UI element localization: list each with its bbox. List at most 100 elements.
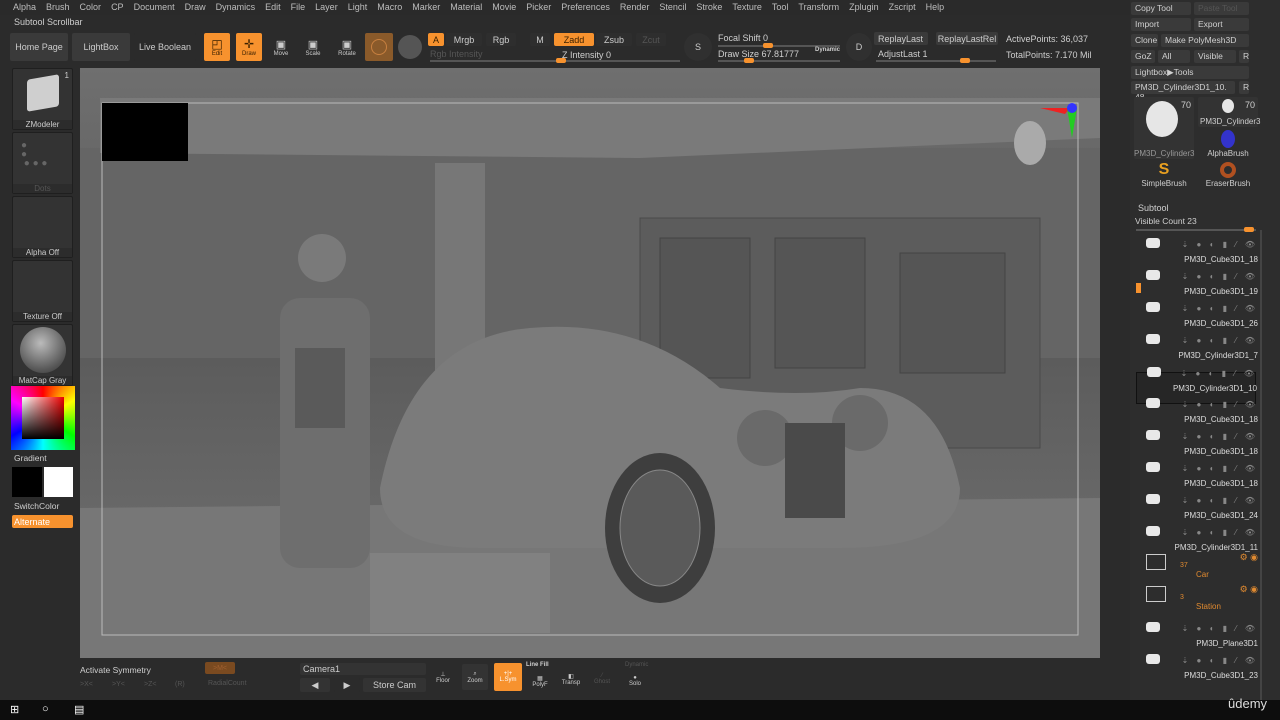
eye-icon[interactable]: 👁 [1245, 464, 1258, 473]
eye-icon[interactable]: 👁 [1245, 528, 1258, 537]
subtool-toggle-icons[interactable]: ⇣ ● ◐ ▮ ⁄ 👁 [1182, 304, 1258, 313]
subtool-toggle-icons[interactable]: ⇣ ● ◐ ▮ ⁄ 👁 [1182, 496, 1258, 505]
tool-thumb-cylinder[interactable]: 70 PM3D_Cylinder3 [1198, 97, 1260, 127]
tool-thumb-main[interactable]: 70 PM3D_Cylinder3 [1134, 97, 1194, 159]
eye-icon[interactable]: 👁 [1245, 272, 1258, 281]
activate-symmetry-button[interactable]: Activate Symmetry [80, 665, 151, 675]
y-sym-button[interactable]: >Y< [112, 681, 125, 688]
subtool-toggle-icons[interactable]: ⇣ ● ◐ ▮ ⁄ 👁 [1182, 336, 1258, 345]
material-selector[interactable]: MatCap Gray [12, 324, 73, 386]
adjust-last-slider[interactable] [876, 58, 996, 63]
subtool-item[interactable]: ⇣ ● ◐ ▮ ⁄ 👁 PM3D_Cube3D1_23 [1136, 654, 1258, 692]
tool-thumb-alphabrush[interactable]: AlphaBrush [1198, 130, 1258, 160]
main-color-swatch[interactable] [12, 467, 42, 497]
eye-icon[interactable]: 👁 [1244, 369, 1257, 378]
visible-button[interactable]: Visible [1194, 50, 1236, 63]
import-button[interactable]: Import [1131, 18, 1191, 31]
draw-size-slider[interactable] [718, 58, 840, 63]
paste-tool-button[interactable]: Paste Tool [1194, 2, 1249, 15]
intensity-slider[interactable] [430, 58, 680, 63]
menu-file[interactable]: File [286, 0, 311, 15]
material-button[interactable] [365, 33, 393, 61]
alpha-selector[interactable]: Alpha Off [12, 196, 73, 258]
menu-draw[interactable]: Draw [180, 0, 211, 15]
zsub-button[interactable]: Zsub [596, 33, 632, 46]
subtool-toggle-icons[interactable]: ⇣ ● ◐ ▮ ⁄ 👁 [1182, 528, 1258, 537]
eye-icon[interactable]: 👁 [1245, 624, 1258, 633]
menu-document[interactable]: Document [129, 0, 180, 15]
dynamic-toggle[interactable]: Dynamic [815, 47, 840, 53]
menu-preferences[interactable]: Preferences [556, 0, 615, 15]
rgb-button[interactable]: Rgb [486, 33, 516, 46]
menu-transform[interactable]: Transform [793, 0, 844, 15]
replay-last-rel-button[interactable]: ReplayLastRel [936, 32, 998, 45]
clone-button[interactable]: Clone [1131, 34, 1158, 47]
menu-material[interactable]: Material [445, 0, 487, 15]
windows-start-icon[interactable]: ⊞ [10, 703, 19, 716]
home-page-button[interactable]: Home Page [10, 33, 68, 61]
menu-macro[interactable]: Macro [372, 0, 407, 15]
texture-sphere-icon[interactable] [398, 35, 422, 59]
menu-dynamics[interactable]: Dynamics [211, 0, 261, 15]
scale-button[interactable]: ▣ Scale [300, 33, 326, 61]
color-picker[interactable] [11, 386, 75, 450]
stroke-selector[interactable]: ● ● ● ● ● Dots [12, 132, 73, 194]
a-button[interactable]: A [428, 33, 444, 46]
next-camera-button[interactable]: ▶ [334, 678, 360, 692]
subtool-toggle-icons[interactable]: ⇣ ● ◐ ▮ ⁄ 👁 [1182, 432, 1258, 441]
visible-count-slider[interactable] [1136, 227, 1256, 232]
lsym-button[interactable]: +|+ L.Sym [494, 663, 522, 691]
m-sym-button[interactable]: >M< [205, 662, 235, 674]
subtool-toggle-icons[interactable]: ⇣ ● ◐ ▮ ⁄ 👁 [1182, 272, 1258, 281]
s-brush-icon[interactable]: S [684, 33, 712, 61]
radial-sym-button[interactable]: (R) [175, 681, 185, 688]
subtool-toggle-icons[interactable]: ⇣ ● ◐ ▮ ⁄ 👁 [1182, 400, 1258, 409]
live-boolean-button[interactable]: Live Boolean [134, 33, 196, 61]
transp-button[interactable]: ◧ Transp [558, 666, 584, 692]
search-icon[interactable]: ○ [42, 703, 49, 715]
r-button[interactable]: R [1239, 50, 1249, 63]
menu-stroke[interactable]: Stroke [691, 0, 727, 15]
gear-icon[interactable]: ⚙ ◉ [1240, 584, 1258, 595]
ghost-button[interactable]: ⁄ Ghost [589, 666, 615, 692]
z-sym-button[interactable]: >Z< [144, 681, 156, 688]
menu-render[interactable]: Render [615, 0, 655, 15]
menu-alpha[interactable]: Alpha [8, 0, 41, 15]
task-view-icon[interactable]: ▤ [74, 703, 84, 716]
canvas-viewport[interactable] [80, 68, 1100, 658]
eye-icon[interactable]: 👁 [1245, 656, 1258, 665]
camera-field[interactable]: Camera1 [300, 663, 426, 675]
zadd-button[interactable]: Zadd [554, 33, 594, 46]
alternate-button[interactable]: Alternate [12, 515, 73, 528]
menu-zplugin[interactable]: Zplugin [844, 0, 884, 15]
prev-camera-button[interactable]: ◀ [300, 678, 330, 692]
mrgb-button[interactable]: Mrgb [446, 33, 482, 46]
lightbox-button[interactable]: LightBox [72, 33, 130, 61]
menu-light[interactable]: Light [343, 0, 373, 15]
subtool-folder[interactable]: 3 Station ⚙ ◉ [1136, 584, 1258, 616]
polyf-button[interactable]: ▦ PolyF [527, 670, 553, 692]
radial-count-slider[interactable]: RadialCount [208, 680, 247, 687]
m-button[interactable]: M [530, 33, 550, 46]
eye-icon[interactable]: 👁 [1245, 400, 1258, 409]
color-square[interactable] [22, 397, 64, 439]
menu-stencil[interactable]: Stencil [654, 0, 691, 15]
x-sym-button[interactable]: >X< [80, 681, 93, 688]
menu-edit[interactable]: Edit [260, 0, 286, 15]
subtool-toggle-icons[interactable]: ⇣ ● ◐ ▮ ⁄ 👁 [1182, 464, 1258, 473]
eye-icon[interactable]: 👁 [1245, 336, 1258, 345]
d-brush-icon[interactable]: D [846, 33, 872, 61]
menu-layer[interactable]: Layer [310, 0, 343, 15]
make-polymesh-button[interactable]: Make PolyMesh3D [1161, 34, 1249, 47]
edit-button[interactable]: ◰ Edit [204, 33, 230, 61]
menu-tool[interactable]: Tool [767, 0, 794, 15]
menu-zscript[interactable]: Zscript [884, 0, 921, 15]
subtool-toggle-icons[interactable]: ⇣ ● ◐ ▮ ⁄ 👁 [1182, 656, 1258, 665]
subtool-scrollbar[interactable] [1260, 230, 1262, 700]
menu-movie[interactable]: Movie [487, 0, 521, 15]
switch-color-button[interactable]: SwitchColor [14, 501, 59, 511]
menu-cp[interactable]: CP [106, 0, 129, 15]
copy-tool-button[interactable]: Copy Tool [1131, 2, 1191, 15]
move-button[interactable]: ▣ Move [268, 33, 294, 61]
eye-icon[interactable]: 👁 [1245, 240, 1258, 249]
